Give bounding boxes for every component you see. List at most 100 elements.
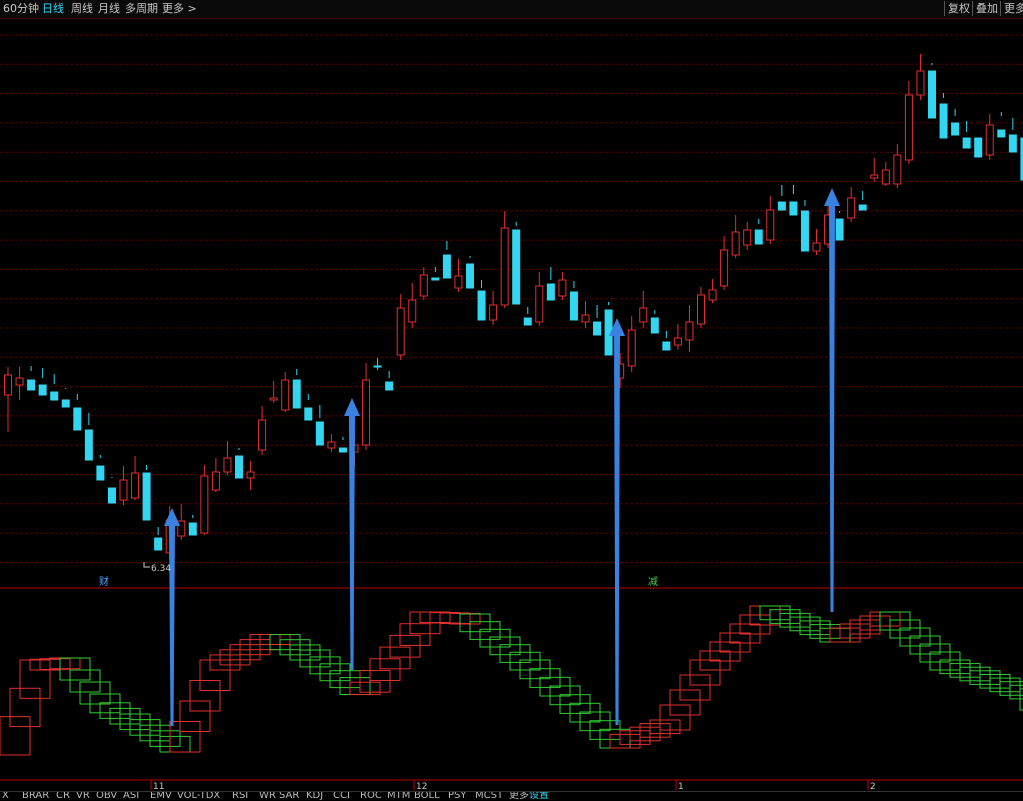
indicator-box (130, 720, 160, 736)
tab-multi-period[interactable]: 多周期 (125, 1, 158, 17)
candle (467, 256, 474, 288)
tab-daily[interactable]: 日线 (42, 1, 64, 17)
candle (940, 93, 947, 138)
tab-60min[interactable]: 60分钟 (3, 1, 39, 17)
candle (744, 222, 751, 250)
indicator-box (820, 628, 850, 642)
candle (443, 241, 450, 278)
candle (813, 229, 820, 255)
candle (767, 196, 774, 244)
candle (698, 287, 705, 328)
candle (859, 191, 866, 210)
indicator-box (300, 650, 330, 667)
indicator-box (270, 635, 300, 650)
overlay-button[interactable]: 叠加 (972, 1, 1001, 16)
candle (74, 394, 81, 430)
indicator-box (390, 635, 420, 657)
candle (270, 381, 277, 403)
indicator-box (20, 660, 50, 698)
adjust-button[interactable]: 复权 (944, 1, 973, 16)
tab-weekly[interactable]: 周线 (71, 1, 93, 17)
candle (374, 358, 381, 370)
candle (594, 305, 601, 335)
candlestick-series (5, 54, 1023, 560)
candle (16, 367, 23, 400)
indicator-box (530, 669, 560, 688)
candle (259, 406, 266, 455)
candle (305, 394, 312, 420)
low-price-annotation: 6.34 (144, 562, 171, 574)
indicator-box (860, 616, 890, 630)
candle (778, 185, 785, 210)
indicator-box (900, 628, 930, 646)
candle (536, 272, 543, 326)
indicator-box (800, 621, 830, 635)
indicator-box (830, 628, 860, 642)
candle (143, 465, 150, 520)
indicator-box (350, 682, 380, 694)
candle (605, 302, 612, 355)
candle (882, 162, 889, 186)
candle (409, 283, 416, 328)
candle (721, 236, 728, 290)
candle (339, 437, 346, 452)
candle (5, 367, 12, 432)
candle (582, 301, 589, 328)
candle (420, 267, 427, 300)
candle (108, 477, 115, 503)
candle (848, 187, 855, 222)
candle (455, 259, 462, 292)
candle (120, 466, 127, 505)
candle (397, 294, 404, 360)
candle (282, 372, 289, 412)
candle (709, 279, 716, 303)
indicator-box (250, 635, 280, 650)
candle (559, 272, 566, 300)
candle (189, 515, 196, 535)
kline-chart[interactable]: 6.34 财 减 11 12 1 2 (0, 19, 1023, 790)
indicator-box (840, 624, 870, 638)
indicator-box (850, 620, 880, 634)
indicator-box (160, 736, 190, 752)
candle (547, 267, 554, 300)
indicator-box (360, 671, 390, 693)
candle (97, 455, 104, 480)
low-price-label: 6.34 (151, 564, 171, 574)
reduce-marker[interactable]: 减 (648, 576, 658, 588)
time-axis: 11 12 1 2 (0, 780, 1023, 790)
candle (524, 307, 531, 325)
candle (628, 316, 635, 372)
indicator-box (550, 686, 580, 705)
indicator-box (890, 620, 920, 638)
indicator-box (190, 681, 220, 712)
candle (386, 371, 393, 390)
more-button[interactable]: 更多 (1000, 1, 1023, 16)
indicator-box (90, 694, 120, 713)
indicator-box (310, 657, 340, 674)
candle (363, 363, 370, 450)
candle (85, 413, 92, 460)
indicator-box (100, 703, 130, 719)
candle (801, 200, 808, 251)
candle (686, 305, 693, 352)
indicator-box (240, 640, 270, 655)
indicator-box (380, 647, 410, 669)
indicator-box (910, 636, 940, 654)
indicator-box (150, 731, 180, 747)
tab-monthly[interactable]: 月线 (98, 1, 120, 17)
indicator-box (870, 612, 900, 626)
candle (790, 185, 797, 215)
indicator-box (780, 613, 810, 627)
period-toolbar: 60分钟 日线 周线 月线 多周期 更多 > 复权 叠加 更多 (0, 0, 1023, 19)
candle (201, 465, 208, 535)
time-label-1: 1 (678, 782, 684, 790)
indicator-box (790, 617, 820, 631)
candle (871, 158, 878, 182)
finance-marker[interactable]: 财 (99, 575, 109, 588)
candle (663, 331, 670, 350)
tab-more[interactable]: 更多 > (162, 1, 197, 17)
candle (894, 144, 901, 188)
candle (640, 291, 647, 328)
indicator-box (760, 606, 790, 620)
candle (28, 366, 35, 390)
